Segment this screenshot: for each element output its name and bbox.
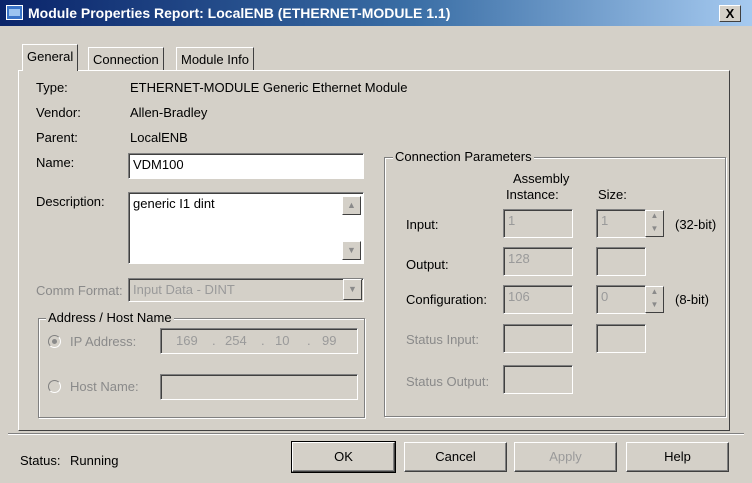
status-label: Status: bbox=[20, 453, 61, 468]
status-input-instance-field[interactable] bbox=[503, 324, 573, 353]
arrow-up-icon[interactable]: ▲ bbox=[646, 287, 663, 300]
input-label: Input: bbox=[406, 217, 439, 232]
scroll-down-button[interactable]: ▼ bbox=[342, 241, 361, 260]
comm-format-label: Comm Format: bbox=[36, 283, 123, 298]
output-label: Output: bbox=[406, 257, 449, 272]
ok-button[interactable]: OK bbox=[291, 441, 396, 473]
tab-connection[interactable]: Connection bbox=[88, 47, 164, 70]
connection-parameters-label: Connection Parameters bbox=[393, 149, 534, 164]
output-instance-field[interactable]: 128 bbox=[503, 247, 573, 276]
ip-address-input[interactable]: 169 . 254 . 10 . 99 bbox=[160, 328, 358, 354]
type-value: ETHERNET-MODULE Generic Ethernet Module bbox=[130, 80, 408, 95]
assembly-instance-header-line1: Assembly bbox=[513, 171, 570, 186]
status-input-size-field[interactable] bbox=[596, 324, 646, 353]
vendor-label: Vendor: bbox=[36, 105, 81, 120]
cancel-button[interactable]: Cancel bbox=[404, 442, 507, 472]
input-size-spinner[interactable]: ▲ ▼ bbox=[645, 210, 664, 237]
tab-general[interactable]: General bbox=[22, 44, 79, 71]
radio-dot bbox=[52, 339, 57, 344]
configuration-instance-field[interactable]: 106 bbox=[503, 285, 573, 314]
ip-dot: . bbox=[307, 333, 311, 348]
window-icon bbox=[6, 5, 23, 20]
configuration-size-spinner[interactable]: ▲ ▼ bbox=[645, 286, 664, 313]
arrow-down-icon[interactable]: ▼ bbox=[646, 300, 663, 313]
parent-label: Parent: bbox=[36, 130, 78, 145]
apply-button[interactable]: Apply bbox=[514, 442, 617, 472]
ip-dot: . bbox=[261, 333, 265, 348]
ip-octet-4: 99 bbox=[322, 333, 337, 348]
footer-separator bbox=[8, 433, 744, 435]
title-bar[interactable]: Module Properties Report: LocalENB (ETHE… bbox=[0, 0, 752, 26]
module-properties-dialog: Module Properties Report: LocalENB (ETHE… bbox=[0, 0, 752, 483]
arrow-down-icon[interactable]: ▼ bbox=[646, 224, 663, 237]
description-text: generic I1 dint bbox=[133, 196, 215, 211]
type-label: Type: bbox=[36, 80, 68, 95]
output-size-field[interactable] bbox=[596, 247, 646, 276]
status-output-instance-field[interactable] bbox=[503, 365, 573, 394]
help-button[interactable]: Help bbox=[626, 442, 729, 472]
ip-address-radio[interactable] bbox=[48, 335, 61, 348]
host-name-radio[interactable] bbox=[48, 380, 61, 393]
host-name-input[interactable] bbox=[160, 374, 358, 400]
status-output-label: Status Output: bbox=[406, 374, 490, 389]
ip-dot: . bbox=[212, 333, 216, 348]
status-input-label: Status Input: bbox=[406, 332, 479, 347]
tab-module-info[interactable]: Module Info bbox=[176, 47, 254, 70]
input-instance-field[interactable]: 1 bbox=[503, 209, 573, 238]
name-label: Name: bbox=[36, 155, 75, 170]
window-title: Module Properties Report: LocalENB (ETHE… bbox=[28, 5, 451, 21]
configuration-size-unit: (8-bit) bbox=[675, 292, 709, 307]
host-name-label: Host Name: bbox=[70, 379, 139, 394]
ip-octet-1: 169 bbox=[176, 333, 198, 348]
close-button[interactable]: X bbox=[719, 5, 741, 22]
name-input[interactable]: VDM100 bbox=[128, 153, 364, 179]
size-header: Size: bbox=[598, 187, 627, 202]
vendor-value: Allen-Bradley bbox=[130, 105, 208, 120]
description-textarea[interactable]: generic I1 dint bbox=[128, 192, 364, 264]
status-value: Running bbox=[70, 453, 119, 468]
configuration-size-field[interactable]: 0 bbox=[596, 285, 646, 314]
parent-value: LocalENB bbox=[130, 130, 188, 145]
input-size-field[interactable]: 1 bbox=[596, 209, 646, 238]
input-size-unit: (32-bit) bbox=[675, 217, 717, 232]
ip-octet-3: 10 bbox=[275, 333, 290, 348]
description-label: Description: bbox=[36, 194, 105, 209]
arrow-up-icon[interactable]: ▲ bbox=[646, 211, 663, 224]
ip-octet-2: 254 bbox=[225, 333, 247, 348]
ip-address-label: IP Address: bbox=[70, 334, 137, 349]
comm-format-select[interactable]: Input Data - DINT bbox=[128, 278, 364, 302]
assembly-instance-header-line2: Instance: bbox=[506, 187, 559, 202]
configuration-label: Configuration: bbox=[406, 292, 487, 307]
address-group-label: Address / Host Name bbox=[46, 310, 174, 325]
chevron-down-icon[interactable]: ▼ bbox=[343, 279, 362, 300]
scroll-up-button[interactable]: ▲ bbox=[342, 196, 361, 215]
